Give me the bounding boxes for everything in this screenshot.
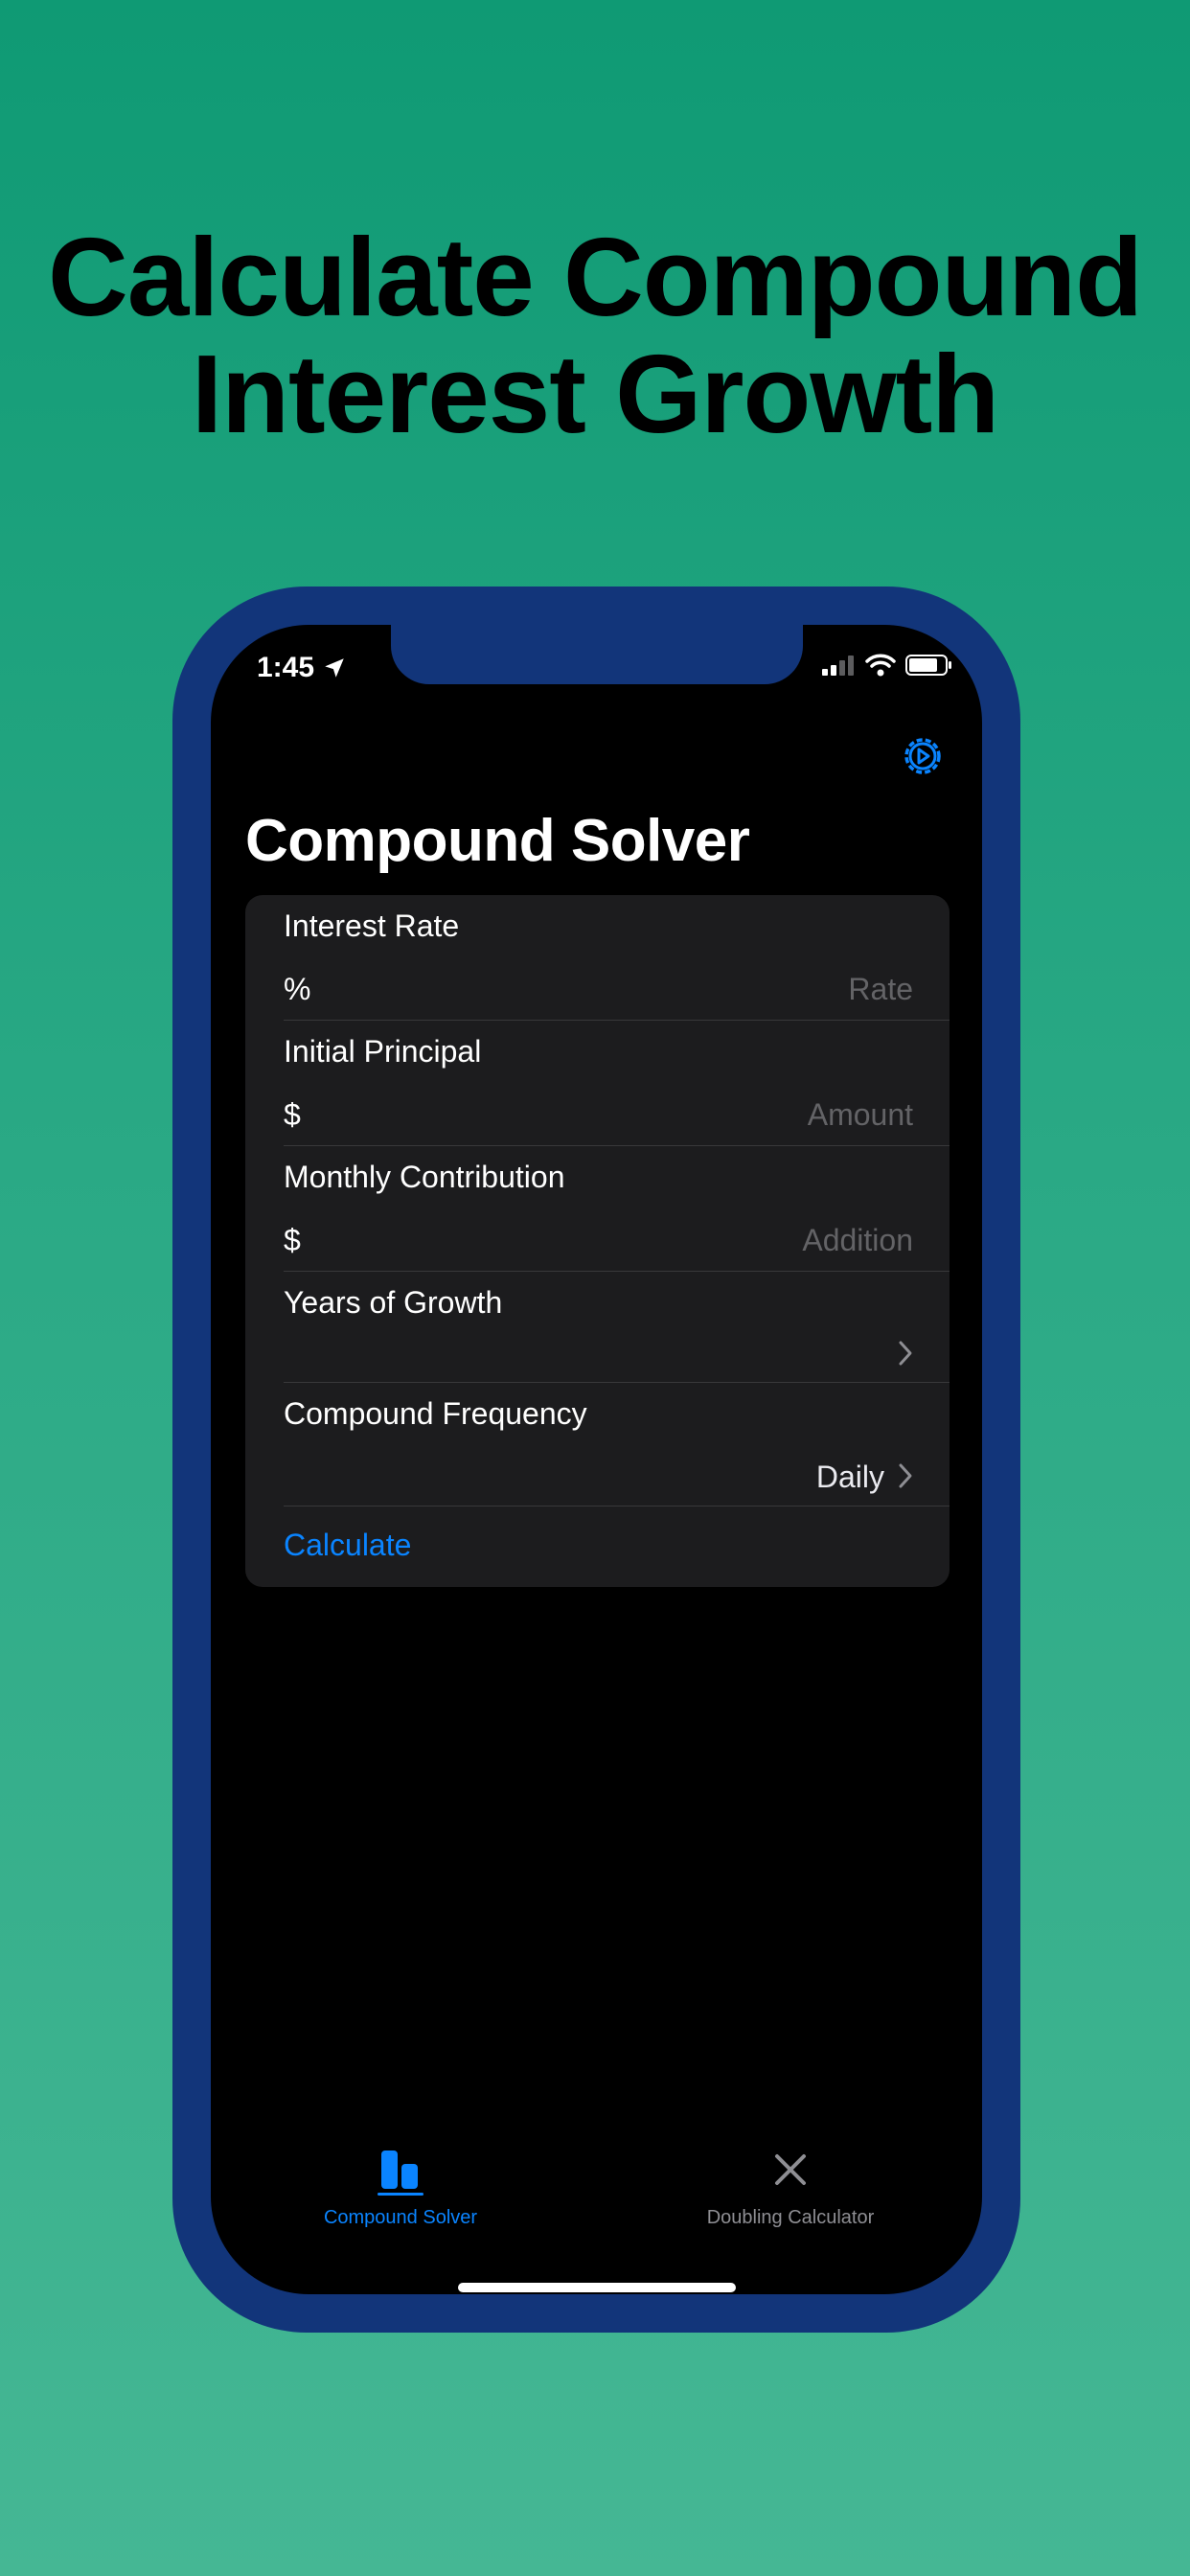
marketing-headline: Calculate Compound Interest Growth: [0, 218, 1190, 452]
dollar-prefix: $: [284, 1097, 301, 1132]
tab-label: Doubling Calculator: [706, 2207, 875, 2228]
battery-icon: [905, 655, 951, 676]
location-arrow-icon: [325, 658, 344, 678]
multiply-icon: [775, 2154, 806, 2185]
chevron-right-icon: [899, 1341, 912, 1366]
amount-input[interactable]: Amount: [808, 1097, 913, 1133]
compound-frequency-label: Compound Frequency: [284, 1396, 587, 1431]
interest-rate-label: Interest Rate: [284, 908, 460, 943]
interest-rate-row[interactable]: Interest Rate % Rate: [245, 895, 950, 1020]
years-of-growth-row[interactable]: Years of Growth: [245, 1272, 950, 1382]
input-form: Interest Rate % Rate Initial Principal $…: [245, 895, 950, 1587]
tab-label: Compound Solver: [323, 2207, 478, 2228]
headline-line-1: Calculate Compound: [47, 215, 1143, 339]
years-of-growth-label: Years of Growth: [284, 1285, 503, 1320]
addition-input[interactable]: Addition: [802, 1223, 913, 1258]
monthly-contribution-label: Monthly Contribution: [284, 1160, 565, 1194]
status-time-text: 1:45: [257, 652, 315, 683]
percent-prefix: %: [284, 972, 311, 1006]
frequency-value: Daily: [815, 1460, 884, 1494]
wifi-icon: [865, 654, 896, 677]
initial-principal-row[interactable]: Initial Principal $ Amount: [245, 1021, 950, 1145]
calculate-button[interactable]: Calculate: [284, 1528, 411, 1563]
dollar-prefix: $: [284, 1223, 301, 1257]
compound-frequency-row[interactable]: Compound Frequency Daily: [245, 1383, 950, 1506]
initial-principal-label: Initial Principal: [284, 1034, 482, 1069]
tab-bar: Compound Solver Doubling Calculator: [211, 2147, 982, 2242]
tab-compound-solver[interactable]: Compound Solver: [247, 2147, 554, 2229]
signal-icon: [822, 656, 854, 676]
home-indicator: [458, 2283, 736, 2292]
gear-icon[interactable]: [899, 732, 947, 780]
status-time: 1:45: [257, 652, 347, 684]
page-title: Compound Solver: [245, 808, 750, 874]
phone-screen: 1:45 Compound Solver Interest Rate % Rat…: [211, 625, 982, 2294]
headline-line-2: Interest Growth: [191, 332, 999, 456]
status-icons: [821, 654, 953, 677]
bar-chart-icon: [378, 2150, 423, 2196]
tab-doubling-calculator[interactable]: Doubling Calculator: [637, 2147, 944, 2229]
rate-input[interactable]: Rate: [848, 972, 913, 1007]
chevron-right-icon: [899, 1463, 912, 1488]
monthly-contribution-row[interactable]: Monthly Contribution $ Addition: [245, 1146, 950, 1271]
notch: [391, 625, 803, 684]
